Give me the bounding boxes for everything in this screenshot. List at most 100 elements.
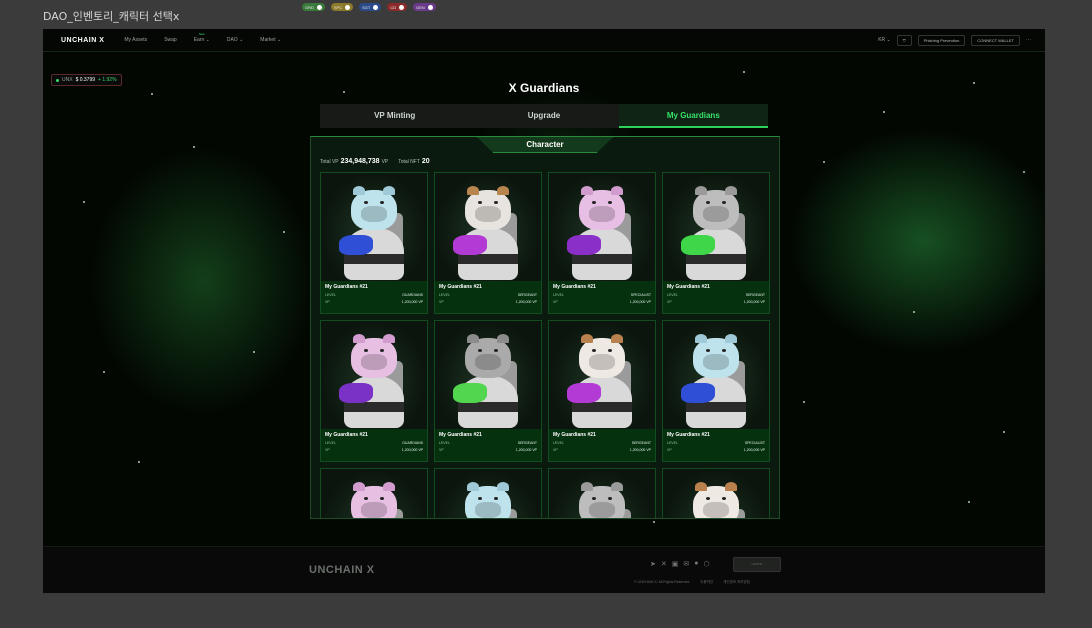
footer-logo: UNCHAIN X (309, 564, 375, 576)
card-level: SPECIALIST (744, 441, 765, 445)
medium-icon[interactable]: ▣ (672, 560, 679, 568)
blaster-icon (453, 235, 487, 255)
connect-wallet-button[interactable]: CONNECT WALLET (971, 34, 1020, 46)
menu-swap[interactable]: Swap (164, 37, 177, 43)
card-name: My Guardians #21 (553, 432, 596, 438)
legend-chip: CD (387, 3, 408, 11)
legend-dot-icon (427, 4, 433, 10)
guardian-card[interactable]: My Guardians #21 LEVEL SPECIALIST VP 1,200… (548, 172, 656, 314)
card-level-row: LEVEL GUARDIANS (325, 441, 423, 445)
unchain-logo[interactable]: UNCHAIN X (61, 37, 104, 44)
blaster-icon (339, 383, 373, 403)
card-vp: 1,200,000 VP (515, 448, 537, 452)
shield-icon[interactable]: ⛉ (896, 34, 912, 46)
card-info: My Guardians #21 LEVEL SERGEANT VP 1,200,0… (549, 429, 655, 455)
menu-dao[interactable]: DAO ⌄ (227, 37, 243, 43)
privacy-link[interactable]: 개인정보 처리방침 (723, 580, 750, 585)
card-name: My Guardians #21 (439, 432, 482, 438)
character-header: Character (477, 137, 613, 153)
guardian-grid: My Guardians #21 LEVEL GUARDIANS VP 1,200,… (320, 172, 770, 518)
guardian-image (663, 321, 769, 429)
security-badge[interactable]: CERTIK (733, 557, 781, 572)
guardian-image (321, 321, 427, 429)
card-vp-row: VP 1,200,000 VP (439, 300, 537, 304)
chevron-down-icon: ⌄ (276, 37, 282, 43)
terms-link[interactable]: 이용약관 (700, 580, 713, 585)
guardian-card[interactable] (434, 468, 542, 518)
menu-my-assets[interactable]: My Assets (124, 37, 147, 43)
legend-label: SGT (362, 4, 371, 10)
card-info: My Guardians #21 LEVEL GUARDIANS VP 1,200,… (321, 429, 427, 455)
mail-icon[interactable]: ✉ (683, 560, 689, 568)
star-decoration (103, 371, 105, 373)
card-vp: 1,200,000 VP (629, 300, 651, 304)
legend-chip: GRD (302, 3, 325, 11)
card-vp: 1,200,000 VP (401, 300, 423, 304)
bulldog-head (579, 482, 625, 518)
card-vp-row: VP 1,200,000 VP (325, 448, 423, 452)
card-vp-row: VP 1,200,000 VP (439, 448, 537, 452)
github-icon[interactable]: ● (694, 560, 698, 568)
card-level-row: LEVEL SERGEANT (667, 293, 765, 297)
legend-label: SPC (333, 4, 343, 10)
card-info: My Guardians #21 LEVEL SERGEANT VP 1,200,0… (435, 429, 541, 455)
main-menu: My Assets Swap New Earn ⌄ DAO ⌄ Market ⌄ (124, 32, 281, 43)
tab-upgrade[interactable]: Upgrade (469, 104, 618, 128)
guardian-card[interactable]: My Guardians #21 LEVEL SERGEANT VP 1,200,0… (434, 320, 542, 462)
star-decoration (83, 201, 85, 203)
card-level-row: LEVEL SPECIALIST (553, 293, 651, 297)
language-select[interactable]: KR ⌄ (878, 37, 891, 43)
bulldog-head (579, 186, 625, 230)
card-info: My Guardians #21 LEVEL SERGEANT VP 1,200,0… (435, 281, 541, 307)
tab-vp-minting[interactable]: VP Minting (320, 104, 469, 128)
card-vp: 1,200,000 VP (743, 448, 765, 452)
menu-earn[interactable]: New Earn ⌄ (194, 32, 210, 43)
bulldog-head (693, 186, 739, 230)
guardian-card[interactable] (548, 468, 656, 518)
guardian-image (549, 321, 655, 429)
phishing-prevention-button[interactable]: Phishing Prevention (917, 34, 966, 46)
blaster-icon (681, 235, 715, 255)
legend-chip: GEN (413, 3, 436, 11)
card-level-row: LEVEL SERGEANT (439, 293, 537, 297)
star-decoration (743, 71, 745, 73)
guardian-image (435, 469, 541, 518)
guardian-image (663, 469, 769, 518)
guardian-card[interactable]: My Guardians #21 LEVEL GUARDIANS VP 1,200,… (320, 172, 428, 314)
legend-dot-icon (316, 4, 322, 10)
gitbook-icon[interactable]: ⬡ (703, 560, 709, 568)
totals-row: Total VP 234,948,738 VP Total NFT 20 (320, 158, 432, 165)
more-icon[interactable]: ··· (1026, 37, 1031, 43)
guardian-card[interactable]: My Guardians #21 LEVEL GUARDIANS VP 1,200,… (320, 320, 428, 462)
legend-label: GEN (416, 4, 425, 10)
legend-label: GRD (305, 4, 314, 10)
star-decoration (138, 461, 140, 463)
star-decoration (653, 521, 655, 523)
guardian-image (321, 173, 427, 281)
guardian-card[interactable] (320, 468, 428, 518)
bulldog-head (465, 334, 511, 378)
guardian-card[interactable] (662, 468, 770, 518)
card-name: My Guardians #21 (325, 284, 368, 290)
legend-dot-icon (399, 4, 405, 10)
card-level-row: LEVEL SERGEANT (439, 441, 537, 445)
card-name: My Guardians #21 (667, 432, 710, 438)
star-decoration (883, 111, 885, 113)
status-legend: GRD SPC SGT CD GEN (302, 3, 436, 11)
card-level: GUARDIANS (402, 441, 423, 445)
card-level: SERGEANT (517, 441, 537, 445)
chevron-down-icon: ⌄ (886, 37, 891, 43)
card-vp: 1,200,000 VP (743, 300, 765, 304)
guardian-card[interactable]: My Guardians #21 LEVEL SERGEANT VP 1,200,0… (434, 172, 542, 314)
card-level-row: LEVEL SPECIALIST (667, 441, 765, 445)
tab-my-guardians[interactable]: My Guardians (618, 104, 768, 128)
guardian-card[interactable]: My Guardians #21 LEVEL SERGEANT VP 1,200,0… (662, 172, 770, 314)
x-icon[interactable]: ✕ (661, 560, 667, 568)
guardian-image (321, 469, 427, 518)
guardian-card[interactable]: My Guardians #21 LEVEL SPECIALIST VP 1,200… (662, 320, 770, 462)
menu-market[interactable]: Market ⌄ (260, 37, 281, 43)
legend-dot-icon (345, 4, 351, 10)
copyright: © UNCHAIN X. All Rights Reserved. (634, 580, 691, 584)
guardian-card[interactable]: My Guardians #21 LEVEL SERGEANT VP 1,200,0… (548, 320, 656, 462)
telegram-icon[interactable]: ➤ (650, 560, 656, 568)
